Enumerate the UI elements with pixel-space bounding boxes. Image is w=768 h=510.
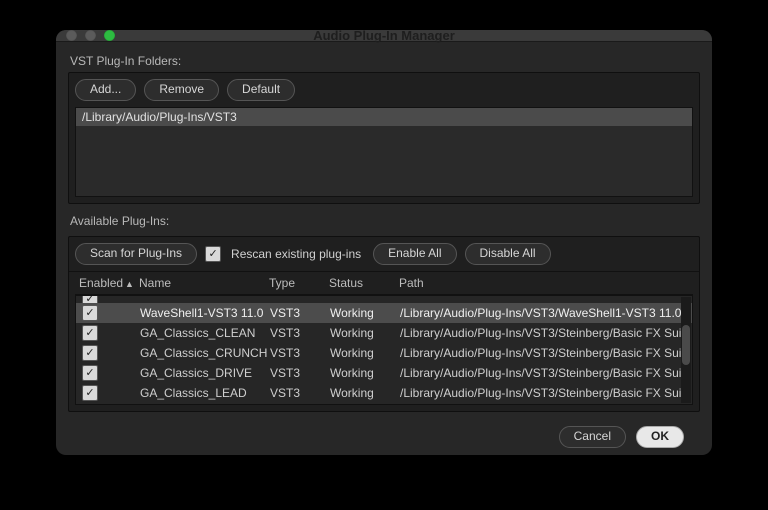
row-type: VST3 (270, 306, 330, 320)
add-folder-button[interactable]: Add... (75, 79, 136, 101)
scrollbar-thumb[interactable] (682, 325, 690, 365)
col-path[interactable]: Path (399, 276, 689, 290)
row-enabled-checkbox[interactable]: ✓ (82, 365, 98, 381)
default-folder-button[interactable]: Default (227, 79, 295, 101)
scan-button[interactable]: Scan for Plug-Ins (75, 243, 197, 265)
ok-button[interactable]: OK (636, 426, 684, 448)
folder-list[interactable]: /Library/Audio/Plug-Ins/VST3 (75, 107, 693, 197)
rescan-checkbox-label: Rescan existing plug-ins (231, 247, 361, 261)
table-row[interactable]: ✓ GA_Classics_CRUNCHVST3Working/Library/A… (76, 343, 692, 363)
rescan-checkbox[interactable]: ✓ (205, 246, 221, 262)
plugin-table-header: Enabled▲ Name Type Status Path (75, 272, 693, 295)
available-plugins-panel: Scan for Plug-Ins ✓ Rescan existing plug… (68, 236, 700, 412)
row-name: GA_Classics_CLEAN (140, 326, 270, 340)
row-path: /Library/Audio/Plug-Ins/VST3/Steinberg/B… (400, 386, 688, 400)
vst-folders-label: VST Plug-In Folders: (70, 54, 700, 68)
row-type: VST3 (270, 386, 330, 400)
available-plugins-label: Available Plug-Ins: (70, 214, 700, 228)
col-type[interactable]: Type (269, 276, 329, 290)
window-title: Audio Plug-In Manager (56, 28, 712, 43)
zoom-icon[interactable] (104, 30, 115, 41)
row-status: Working (330, 366, 400, 380)
plugin-table: Enabled▲ Name Type Status Path ✓ ✓ WaveShe… (69, 272, 699, 411)
table-row[interactable]: ✓ (76, 296, 692, 303)
row-path: /Library/Audio/Plug-Ins/VST3/WaveShell1-… (400, 306, 688, 320)
window-controls (66, 30, 115, 41)
plugin-manager-window: Audio Plug-In Manager VST Plug-In Folder… (56, 30, 712, 455)
row-name: GA_Classics_DRIVE (140, 366, 270, 380)
dialog-footer: Cancel OK (68, 412, 700, 462)
minimize-icon[interactable] (85, 30, 96, 41)
col-status[interactable]: Status (329, 276, 399, 290)
table-row[interactable]: ✓ GA_Classics_CLEANVST3Working/Library/Au… (76, 323, 692, 343)
col-name[interactable]: Name (139, 276, 269, 290)
folder-list-item[interactable]: /Library/Audio/Plug-Ins/VST3 (76, 108, 692, 126)
row-name: GA_Classics_CRUNCH (140, 346, 270, 360)
enable-all-button[interactable]: Enable All (373, 243, 456, 265)
cancel-button[interactable]: Cancel (559, 426, 626, 448)
row-path: /Library/Audio/Plug-Ins/VST3/Steinberg/B… (400, 366, 688, 380)
row-name: GA_Classics_LEAD (140, 386, 270, 400)
table-row[interactable]: ✓ WaveShell1-VST3 11.0VST3Working/Library… (76, 303, 692, 323)
row-status: Working (330, 326, 400, 340)
remove-folder-button[interactable]: Remove (144, 79, 219, 101)
row-status: Working (330, 306, 400, 320)
sort-asc-icon: ▲ (125, 279, 134, 289)
row-enabled-checkbox[interactable]: ✓ (82, 385, 98, 401)
col-enabled[interactable]: Enabled▲ (79, 276, 139, 290)
titlebar: Audio Plug-In Manager (56, 30, 712, 42)
row-enabled-checkbox[interactable]: ✓ (82, 305, 98, 321)
close-icon[interactable] (66, 30, 77, 41)
table-row[interactable]: ✓ GA_Classics_LEADVST3Working/Library/Aud… (76, 383, 692, 403)
disable-all-button[interactable]: Disable All (465, 243, 551, 265)
row-type: VST3 (270, 326, 330, 340)
row-enabled-checkbox[interactable]: ✓ (82, 345, 98, 361)
vst-folders-panel: Add... Remove Default /Library/Audio/Plu… (68, 72, 700, 204)
vertical-scrollbar[interactable] (681, 297, 691, 403)
plugin-table-body[interactable]: ✓✓WaveShell1-VST3 11.0VST3Working/Librar… (75, 295, 693, 405)
row-type: VST3 (270, 346, 330, 360)
row-name: WaveShell1-VST3 11.0 (140, 306, 270, 320)
row-path: /Library/Audio/Plug-Ins/VST3/Steinberg/B… (400, 326, 688, 340)
row-type: VST3 (270, 366, 330, 380)
row-path: /Library/Audio/Plug-Ins/VST3/Steinberg/B… (400, 346, 688, 360)
row-enabled-checkbox[interactable]: ✓ (82, 296, 98, 303)
table-row[interactable]: ✓ GA_Classics_DRIVEVST3Working/Library/Au… (76, 363, 692, 383)
row-status: Working (330, 346, 400, 360)
row-enabled-checkbox[interactable]: ✓ (82, 325, 98, 341)
row-status: Working (330, 386, 400, 400)
